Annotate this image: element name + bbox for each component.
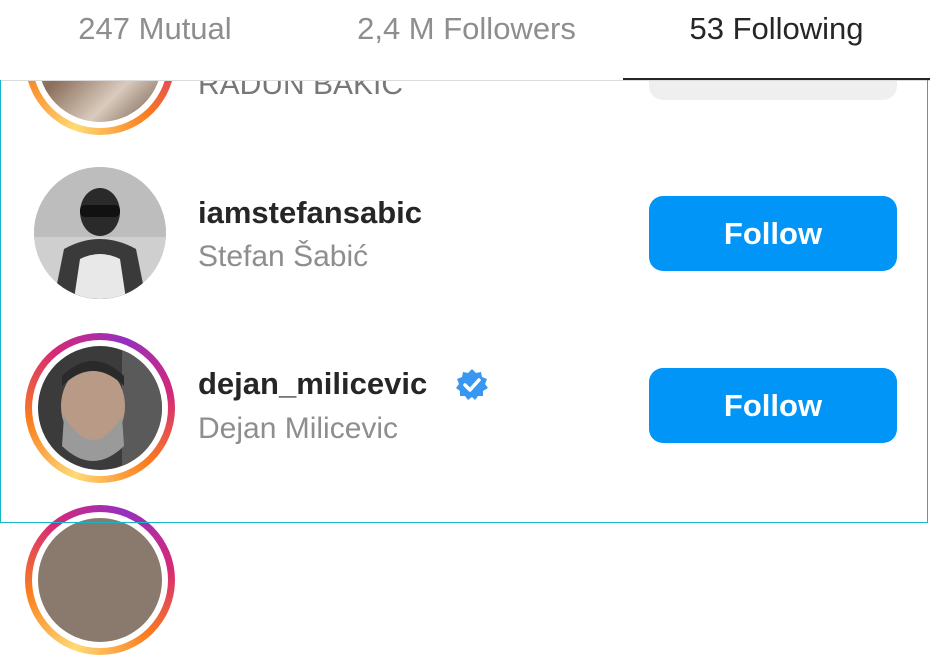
full-name: Stefan Šabić (198, 240, 369, 273)
avatar[interactable] (25, 333, 175, 483)
active-tab-underline (623, 78, 930, 80)
tab-bar-overlay: 247 Mutual 2,4 M Followers 53 Following (0, 0, 930, 80)
tab-mutual-label[interactable]: 247 Mutual (0, 0, 310, 80)
list-item[interactable] (0, 495, 930, 665)
tab-followers-label[interactable]: 2,4 M Followers (310, 0, 623, 80)
follow-button[interactable]: Follow (649, 196, 897, 271)
tab-following-label[interactable]: 53 Following (623, 0, 930, 80)
verified-badge-icon (456, 369, 488, 400)
list-item[interactable]: dejan_milicevic Dejan Milicevic Follow (0, 320, 930, 490)
username[interactable]: dejan_milicevic (198, 366, 427, 402)
avatar[interactable] (25, 505, 175, 655)
follow-button[interactable]: Follow (649, 368, 897, 443)
list-item[interactable]: iamstefansabic Stefan Šabić Follow (0, 150, 930, 320)
avatar[interactable] (34, 167, 166, 299)
tab-divider (0, 80, 930, 81)
full-name: Dejan Milicevic (198, 412, 399, 445)
username[interactable]: iamstefansabic (198, 195, 422, 231)
